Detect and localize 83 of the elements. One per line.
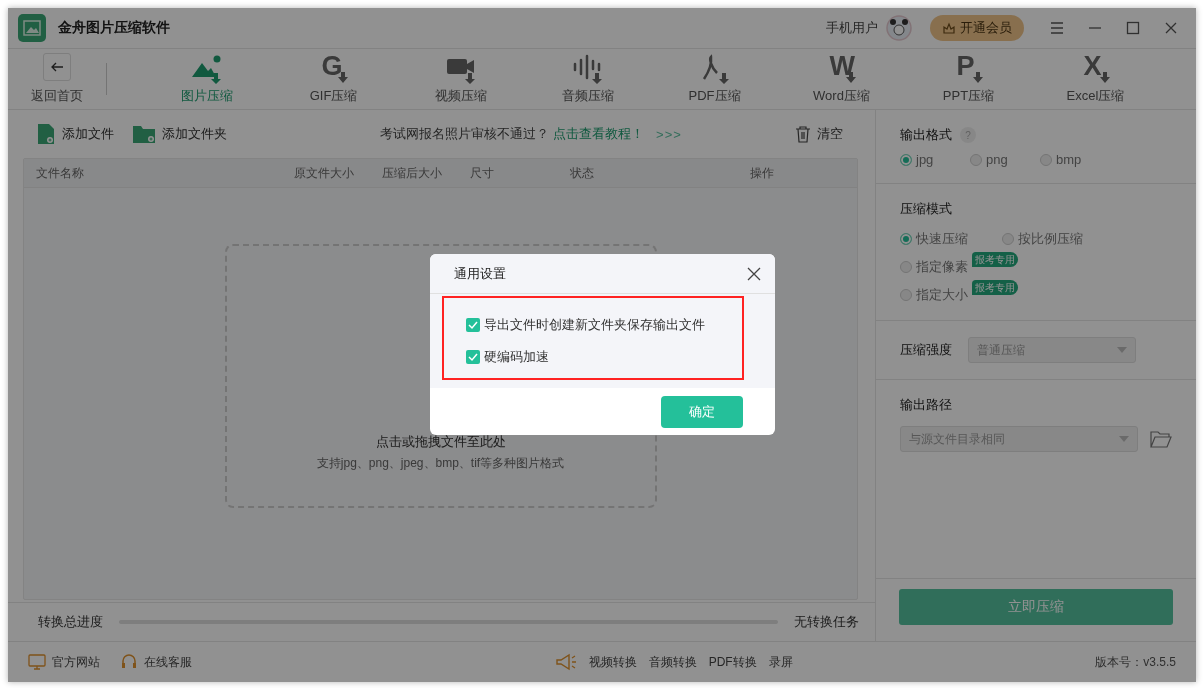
drop-zone-title: 点击或拖拽文件至此处 — [375, 433, 506, 451]
clear-button[interactable]: 清空 — [795, 125, 843, 143]
back-label[interactable]: 返回首页 — [31, 87, 83, 105]
nav-tab[interactable]: 音频压缩 — [524, 53, 651, 105]
nav-tab[interactable]: W Word压缩 — [778, 53, 905, 105]
radio-label[interactable]: 指定大小 — [916, 286, 968, 304]
progress-status: 无转换任务 — [794, 613, 859, 631]
column-header: 操作 — [750, 164, 775, 182]
caret-down-icon — [1117, 347, 1127, 353]
nav-tab[interactable]: 视频压缩 — [397, 53, 524, 105]
letter-download-icon: X — [1078, 53, 1113, 85]
notice-text: 考试网报名照片审核不通过？ — [380, 125, 550, 143]
maximize-icon[interactable] — [1125, 20, 1141, 36]
letter-download-icon: W — [824, 53, 859, 85]
radio-button[interactable] — [900, 289, 912, 301]
radio-label[interactable]: bmp — [1056, 152, 1082, 167]
letter-download-icon: G — [316, 53, 351, 85]
section-title: 压缩强度 — [900, 341, 952, 359]
checkbox[interactable] — [466, 350, 480, 364]
tool-link[interactable]: 视频转换 — [588, 653, 637, 671]
megaphone-icon — [554, 653, 577, 671]
crown-icon — [942, 21, 956, 35]
user-name[interactable]: 手机用户 — [826, 19, 878, 37]
trash-icon — [795, 125, 811, 143]
tutorial-link[interactable]: 点击查看教程！ — [553, 125, 645, 143]
nav-tab[interactable]: PDF压缩 — [651, 53, 778, 105]
footer-link[interactable]: 在线客服 — [120, 653, 192, 671]
avatar-icon — [886, 15, 912, 41]
checkbox[interactable] — [466, 318, 480, 332]
chevrons: >>> — [656, 126, 682, 142]
nav-tab[interactable]: X Excel压缩 — [1032, 53, 1159, 105]
version-text: 版本号：v3.5.5 — [1095, 653, 1176, 671]
folder-icon[interactable] — [1150, 430, 1172, 448]
letter-download-icon: P — [951, 53, 986, 85]
radio-label[interactable]: jpg — [916, 152, 934, 167]
checkbox-label[interactable]: 导出文件时创建新文件夹保存输出文件 — [484, 316, 705, 334]
confirm-button[interactable]: 确定 — [661, 395, 743, 428]
exam-badge: 报考专用 — [972, 280, 1018, 295]
column-header: 原文件大小 — [294, 164, 355, 182]
monitor-icon — [28, 653, 46, 671]
section-title: 输出格式 — [900, 126, 952, 144]
column-header: 压缩后大小 — [382, 164, 443, 182]
app-logo-icon — [18, 14, 46, 42]
tool-link[interactable]: PDF转换 — [708, 653, 757, 671]
column-header: 文件名称 — [35, 164, 85, 182]
tool-link[interactable]: 音频转换 — [648, 653, 697, 671]
radio-button[interactable] — [900, 153, 912, 166]
exam-badge: 报考专用 — [972, 252, 1018, 267]
drop-zone-hint: 支持jpg、png、jpeg、bmp、tif等多种图片格式 — [316, 455, 565, 472]
menu-icon[interactable] — [1049, 20, 1065, 36]
radio-label[interactable]: 指定像素 — [916, 258, 968, 276]
mountain-download-icon — [189, 53, 224, 85]
column-header: 尺寸 — [470, 164, 495, 182]
folder-plus-icon — [132, 124, 156, 144]
radio-label[interactable]: 按比例压缩 — [1018, 230, 1083, 248]
progress-label: 转换总进度 — [38, 613, 103, 631]
dialog-title: 通用设置 — [454, 264, 506, 283]
close-icon[interactable] — [1163, 20, 1179, 36]
window-title: 金舟图片压缩软件 — [58, 19, 170, 37]
checkbox-label[interactable]: 硬编码加速 — [484, 348, 549, 366]
radio-label[interactable]: 快速压缩 — [916, 230, 968, 248]
add-file-button[interactable]: 添加文件 — [36, 123, 114, 145]
radio-button[interactable] — [1002, 233, 1014, 245]
nav-tab[interactable]: P PPT压缩 — [905, 53, 1032, 105]
nav-tab[interactable]: 图片压缩 — [143, 53, 270, 105]
nav-tab[interactable]: G GIF压缩 — [270, 53, 397, 105]
radio-button[interactable] — [900, 261, 912, 273]
footer-link[interactable]: 官方网站 — [28, 653, 100, 671]
radio-button[interactable] — [970, 153, 982, 166]
tool-link[interactable]: 录屏 — [768, 653, 793, 671]
close-icon[interactable] — [747, 266, 761, 281]
headset-icon — [120, 653, 138, 671]
radio-label[interactable]: png — [986, 152, 1008, 167]
caret-down-icon — [1119, 436, 1129, 442]
radio-button[interactable] — [900, 233, 912, 245]
back-button[interactable] — [43, 53, 71, 81]
radio-button[interactable] — [1040, 153, 1052, 166]
section-title: 压缩模式 — [900, 200, 953, 218]
vip-button[interactable]: 开通会员 — [930, 15, 1024, 41]
add-folder-button[interactable]: 添加文件夹 — [132, 124, 227, 144]
column-header: 状态 — [570, 164, 595, 182]
section-title: 输出路径 — [900, 396, 953, 414]
file-plus-icon — [36, 123, 56, 145]
